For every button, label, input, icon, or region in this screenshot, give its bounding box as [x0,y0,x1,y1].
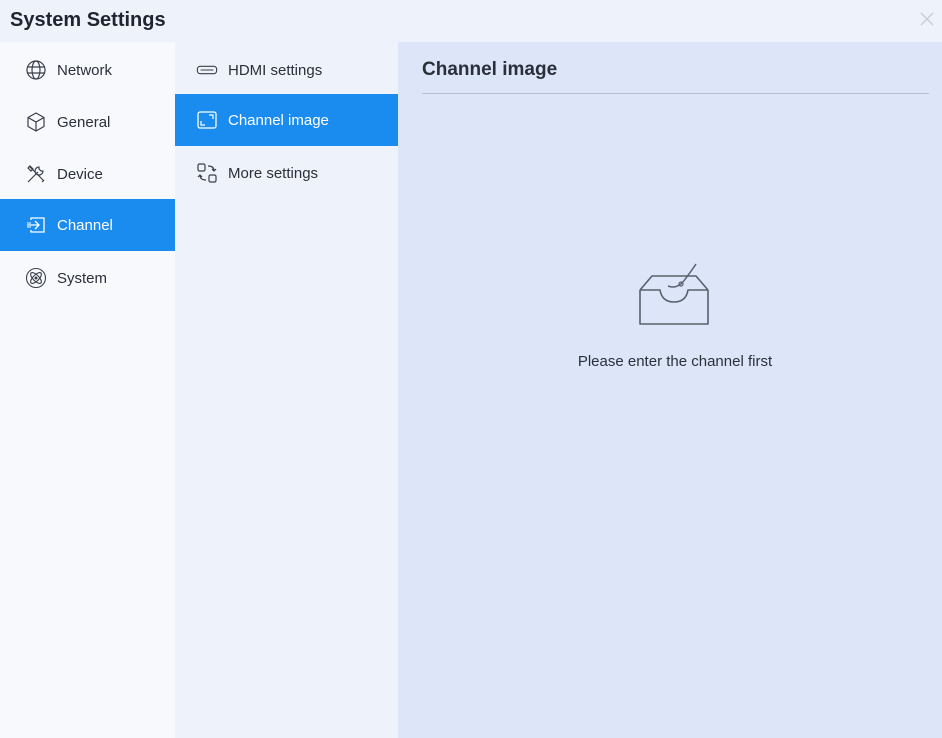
sidebar-item-system[interactable]: System [0,252,175,304]
subnav-item-label: More settings [228,164,319,182]
tools-icon [24,163,48,185]
globe-icon [24,59,48,81]
sidebar-item-label: System [57,269,108,287]
content-title: Channel image [422,59,558,80]
frame-icon [195,109,219,131]
subnav-item-more-settings[interactable]: More settings [175,147,398,199]
subnav-item-label: Channel image [228,111,329,129]
sidebar-item-label: Network [57,61,113,79]
empty-state-message: Please enter the channel first [577,353,773,370]
settings-window: System Settings Network General Device C… [0,0,942,738]
sidebar-item-general[interactable]: General [0,96,175,148]
cube-icon [24,111,48,133]
content-divider [422,93,929,94]
close-icon[interactable] [918,10,936,28]
secondary-sidebar: HDMI settings Channel image More setting… [175,42,398,738]
swap-icon [195,162,219,184]
sidebar-item-network[interactable]: Network [0,44,175,96]
atom-icon [24,267,48,289]
sidebar-item-label: Device [57,165,103,183]
sidebar-item-device[interactable]: Device [0,148,175,200]
sidebar-item-channel[interactable]: Channel [0,199,175,251]
sidebar-item-label: General [57,113,111,131]
window-title: System Settings [10,9,166,31]
content-panel: Channel image Please enter the channel f… [398,42,942,738]
title-bar: System Settings [0,0,942,42]
hdmi-icon [195,59,219,81]
sidebar-item-label: Channel [57,216,113,234]
input-icon [24,214,48,236]
subnav-item-hdmi-settings[interactable]: HDMI settings [175,44,398,96]
subnav-item-label: HDMI settings [228,61,323,79]
subnav-item-channel-image[interactable]: Channel image [175,94,398,146]
empty-tray-icon [634,260,714,328]
primary-sidebar: Network General Device Channel System [0,42,175,738]
